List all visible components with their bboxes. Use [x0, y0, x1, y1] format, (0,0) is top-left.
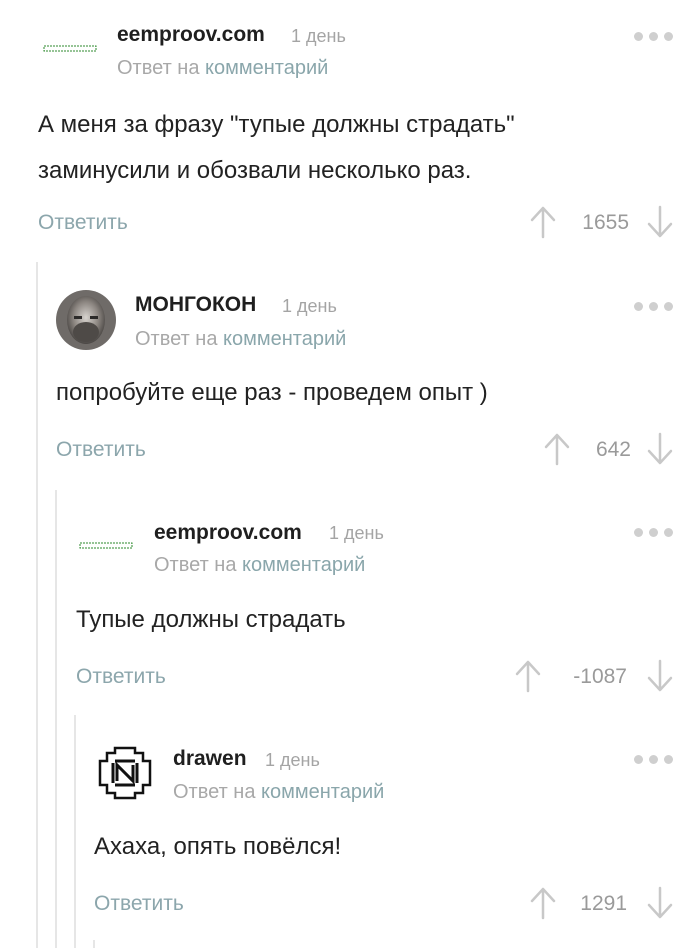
comment-text-line: Ахаха, опять повёлся!	[94, 833, 342, 860]
timestamp: 1 день	[329, 523, 384, 543]
thread-line	[55, 490, 57, 948]
downvote-icon[interactable]	[645, 205, 675, 239]
comment-text-line: заминусили и обозвали несколько раз.	[38, 157, 472, 184]
reply-to-line: Ответ на комментарий	[135, 328, 346, 351]
site-logo-icon	[43, 45, 97, 52]
reply-to-link[interactable]: комментарий	[261, 781, 384, 803]
comment-text: попробуйте еще раз - проведем опыт )	[56, 370, 488, 416]
comment-text-line: Тупые должны страдать	[76, 606, 346, 633]
username[interactable]: drawen	[173, 747, 247, 771]
timestamp: 1 день	[265, 750, 320, 770]
avatar[interactable]	[95, 743, 155, 803]
downvote-icon[interactable]	[645, 432, 675, 466]
comment-text-line: попробуйте еще раз - проведем опыт )	[56, 379, 488, 406]
username[interactable]: МОНГОКОН	[135, 293, 256, 317]
reply-to-prefix: Ответ на	[135, 328, 218, 350]
score: -1087	[573, 665, 627, 688]
avatar[interactable]	[56, 290, 116, 350]
score: 1655	[582, 211, 629, 234]
rammstein-logo-icon	[98, 746, 152, 800]
site-logo-icon	[79, 542, 133, 549]
timestamp: 1 день	[291, 26, 346, 46]
thread-line	[74, 715, 76, 948]
reply-to-line: Ответ на комментарий	[117, 57, 328, 80]
downvote-icon[interactable]	[645, 886, 675, 920]
comment-text: А меня за фразу "тупые должны страдать" …	[38, 102, 515, 194]
score: 1291	[580, 892, 627, 915]
score: 642	[595, 438, 631, 461]
timestamp: 1 день	[282, 296, 337, 316]
avatar[interactable]	[76, 516, 136, 576]
comment-text-line: А меня за фразу "тупые должны страдать"	[38, 111, 515, 138]
reply-button[interactable]: Ответить	[94, 892, 184, 916]
comment-text: Ахаха, опять повёлся!	[94, 824, 341, 870]
reply-button[interactable]: Ответить	[38, 211, 128, 235]
reply-to-link[interactable]: комментарий	[223, 328, 346, 350]
thread-line	[93, 940, 95, 948]
username[interactable]: eemproov.com	[154, 521, 302, 545]
more-options-icon[interactable]	[634, 528, 673, 537]
more-options-icon[interactable]	[634, 32, 673, 41]
username[interactable]: eemproov.com	[117, 23, 265, 47]
reply-to-line: Ответ на комментарий	[173, 781, 384, 804]
reply-to-link[interactable]: комментарий	[242, 554, 365, 576]
more-options-icon[interactable]	[634, 302, 673, 311]
reply-button[interactable]: Ответить	[76, 665, 166, 689]
reply-to-prefix: Ответ на	[173, 781, 256, 803]
comment-text: Тупые должны страдать	[76, 597, 346, 643]
reply-to-prefix: Ответ на	[154, 554, 237, 576]
user-photo-icon	[56, 290, 116, 350]
downvote-icon[interactable]	[645, 659, 675, 693]
reply-to-line: Ответ на комментарий	[154, 554, 365, 577]
avatar[interactable]	[40, 20, 100, 80]
more-options-icon[interactable]	[634, 755, 673, 764]
reply-to-prefix: Ответ на	[117, 57, 200, 79]
reply-to-link[interactable]: комментарий	[205, 57, 328, 79]
reply-button[interactable]: Ответить	[56, 438, 146, 462]
thread-line	[36, 262, 38, 948]
